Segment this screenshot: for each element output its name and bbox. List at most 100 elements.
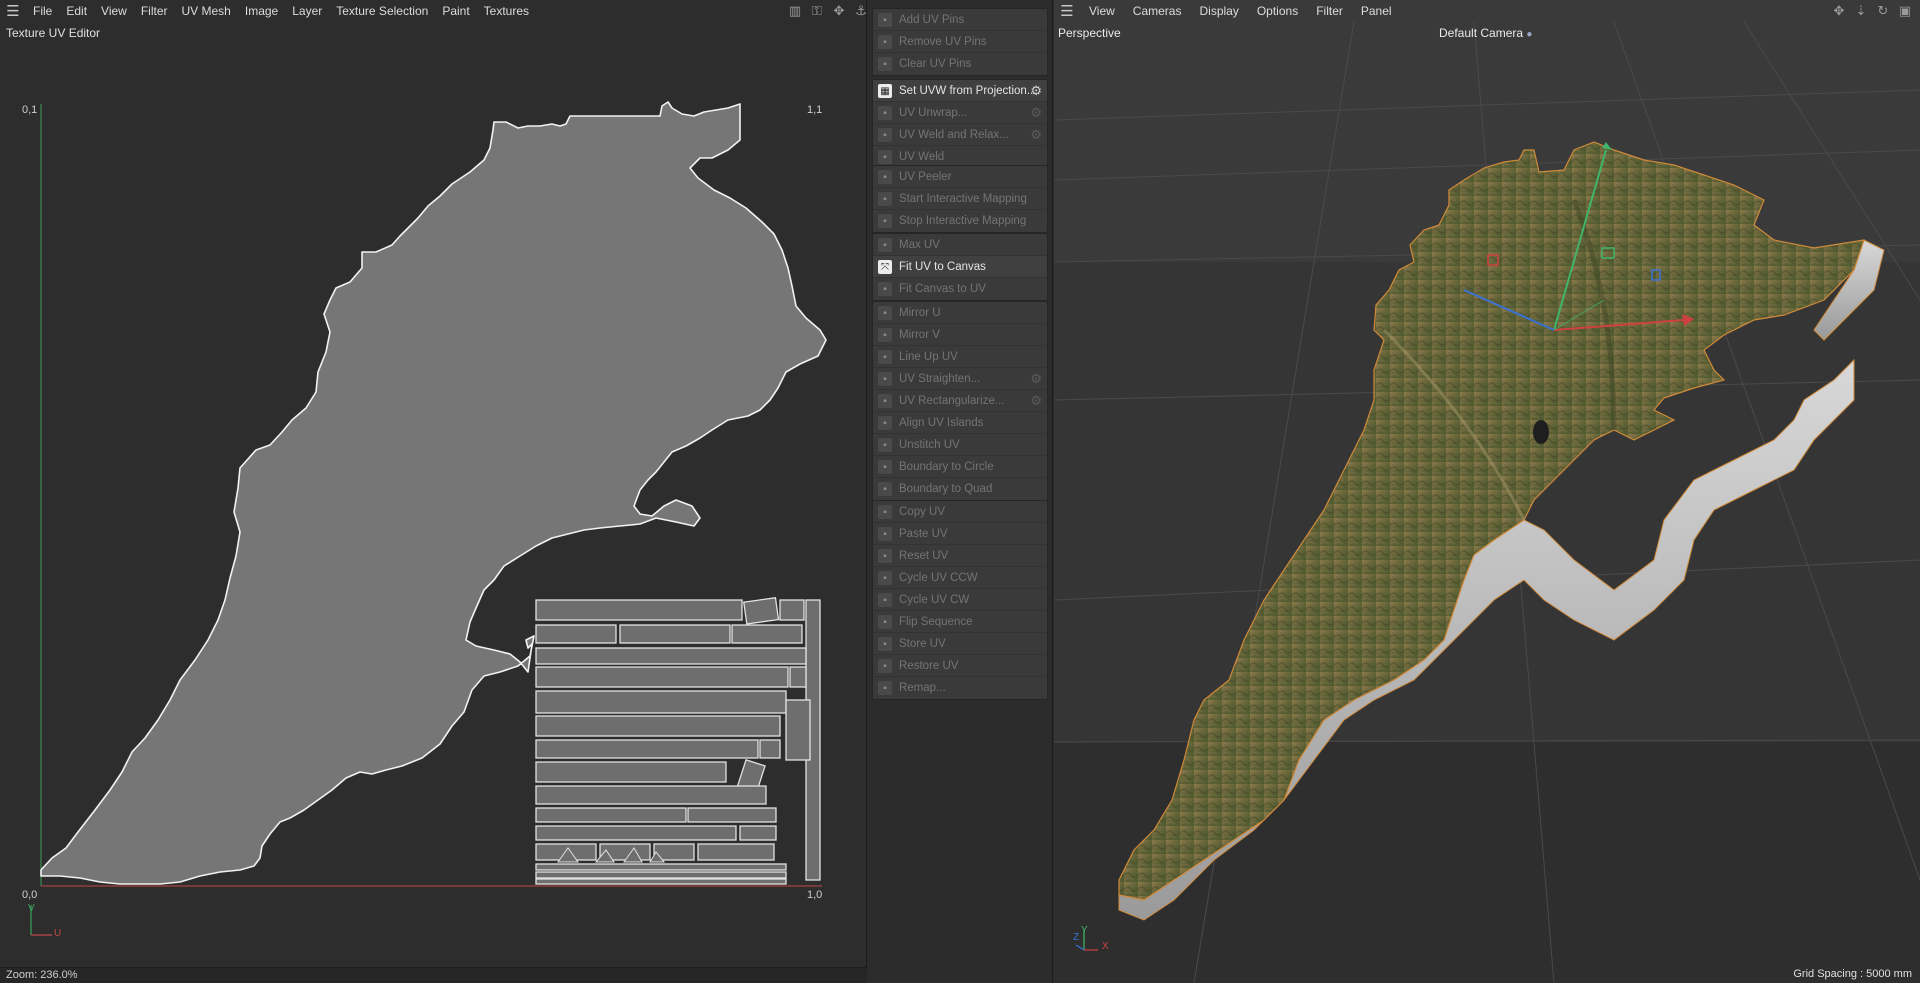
cmd-start-interactive-mapping[interactable]: ▪ Start Interactive Mapping	[873, 188, 1047, 210]
cmd-label: Stop Interactive Mapping	[899, 215, 1027, 227]
cmd-fit-uv-to-canvas[interactable]: ⤧ Fit UV to Canvas	[873, 256, 1047, 278]
orbit-icon[interactable]: ↻	[1874, 2, 1892, 20]
menu-vp-options[interactable]: Options	[1248, 0, 1307, 22]
viewport-panel[interactable]: ☰ View Cameras Display Options Filter Pa…	[1054, 0, 1920, 983]
cmd-label: Cycle UV CW	[899, 593, 970, 606]
cmd-uv-peeler[interactable]: ▪ UV Peeler	[873, 166, 1047, 188]
cmd-uv-unwrap[interactable]: ▪ UV Unwrap... ⚙	[873, 102, 1047, 124]
maximize-icon[interactable]: ▣	[1896, 2, 1914, 20]
cmd-remap[interactable]: ▪ Remap...	[873, 677, 1047, 699]
uv-menubar: ☰ File Edit View Filter UV Mesh Image La…	[0, 0, 536, 22]
cmd-label: Line Up UV	[899, 350, 958, 363]
menu-vp-panel[interactable]: Panel	[1352, 0, 1401, 22]
interactive-start-icon: ▪	[878, 192, 892, 206]
uv-island-strips	[535, 596, 821, 885]
cmd-label: Clear UV Pins	[899, 58, 972, 70]
fit-canvas-icon: ▪	[878, 282, 892, 296]
cmd-remove-uv-pins[interactable]: ▪ Remove UV Pins	[873, 31, 1047, 53]
cmd-stop-interactive-mapping[interactable]: ▪ Stop Interactive Mapping	[873, 210, 1047, 232]
histogram-icon[interactable]: ▥	[786, 2, 804, 20]
mirror-v-icon: ▪	[878, 328, 892, 342]
rectangularize-icon: ▪	[878, 394, 892, 408]
menu-file[interactable]: File	[26, 0, 59, 22]
cmd-clear-uv-pins[interactable]: ▪ Clear UV Pins	[873, 53, 1047, 75]
menu-image[interactable]: Image	[238, 0, 285, 22]
menu-layer[interactable]: Layer	[285, 0, 329, 22]
cmd-cycle-uv-ccw[interactable]: ▪ Cycle UV CCW	[873, 567, 1047, 589]
cmd-mirror-v[interactable]: ▪ Mirror V	[873, 324, 1047, 346]
cmd-fit-canvas-to-uv[interactable]: ▪ Fit Canvas to UV	[873, 278, 1047, 300]
cmd-line-up-uv[interactable]: ▪ Line Up UV	[873, 346, 1047, 368]
cmd-reset-uv[interactable]: ▪ Reset UV	[873, 545, 1047, 567]
cmd-label: Flip Sequence	[899, 615, 973, 628]
menu-paint[interactable]: Paint	[435, 0, 476, 22]
fit-uv-icon: ⤧	[878, 260, 892, 274]
panel-title: Texture UV Editor	[6, 26, 101, 40]
line-up-icon: ▪	[878, 350, 892, 364]
cmd-uv-straighten[interactable]: ▪ UV Straighten... ⚙	[873, 368, 1047, 390]
gear-icon[interactable]: ⚙	[1030, 105, 1042, 121]
cmd-cycle-uv-cw[interactable]: ▪ Cycle UV CW	[873, 589, 1047, 611]
align-islands-icon: ▪	[878, 416, 892, 430]
viewport-menubar: ☰ View Cameras Display Options Filter Pa…	[1054, 0, 1401, 22]
dolly-icon[interactable]: ⇣	[1852, 2, 1870, 20]
flip-sequence-icon: ▪	[878, 615, 892, 629]
gear-icon[interactable]: ⚙	[1030, 127, 1042, 143]
status-bar: Zoom: 236.0%	[0, 967, 867, 983]
cmd-store-uv[interactable]: ▪ Store UV	[873, 633, 1047, 655]
cmd-unstitch-uv[interactable]: ▪ Unstitch UV	[873, 434, 1047, 456]
camera-selector[interactable]: Default Camera ●	[1439, 26, 1532, 40]
menu-view[interactable]: View	[94, 0, 134, 22]
cmd-copy-uv[interactable]: ▪ Copy UV	[873, 501, 1047, 523]
gear-icon[interactable]: ⚙	[1030, 393, 1042, 409]
viewport-hamburger-icon[interactable]: ☰	[1054, 0, 1080, 22]
cmd-uv-weld-and-relax[interactable]: ▪ UV Weld and Relax... ⚙	[873, 124, 1047, 146]
cmd-restore-uv[interactable]: ▪ Restore UV	[873, 655, 1047, 677]
viewport-title: Perspective	[1058, 26, 1121, 40]
menu-textures[interactable]: Textures	[477, 0, 536, 22]
mirror-u-icon: ▪	[878, 306, 892, 320]
cmd-add-uv-pins[interactable]: ▪ Add UV Pins	[873, 9, 1047, 31]
cmd-label: Cycle UV CCW	[899, 571, 978, 584]
hamburger-menu-icon[interactable]: ☰	[0, 0, 26, 22]
gear-icon[interactable]: ⚙	[1030, 371, 1042, 387]
cmd-label: Remap...	[899, 682, 946, 694]
cmd-label: Remove UV Pins	[899, 35, 987, 48]
weld-relax-icon: ▪	[878, 128, 892, 142]
axis-label-y: Y	[1081, 925, 1088, 936]
cmd-set-uvw-from-projection[interactable]: ▦ Set UVW from Projection... ⚙	[873, 80, 1047, 102]
cmd-label: UV Rectangularize...	[899, 394, 1005, 407]
cmd-paste-uv[interactable]: ▪ Paste UV	[873, 523, 1047, 545]
uv-canvas[interactable]	[0, 40, 867, 960]
cmd-flip-sequence[interactable]: ▪ Flip Sequence	[873, 611, 1047, 633]
cmd-label: Start Interactive Mapping	[899, 192, 1027, 205]
menu-edit[interactable]: Edit	[59, 0, 94, 22]
lock-icon[interactable]: ⚿	[808, 2, 826, 20]
menu-vp-cameras[interactable]: Cameras	[1124, 0, 1191, 22]
menu-uv-mesh[interactable]: UV Mesh	[175, 0, 238, 22]
cmd-uv-rectangularize[interactable]: ▪ UV Rectangularize... ⚙	[873, 390, 1047, 412]
peeler-icon: ▪	[878, 170, 892, 184]
camera-name: Default Camera	[1439, 26, 1524, 40]
cmd-boundary-to-circle[interactable]: ▪ Boundary to Circle	[873, 456, 1047, 478]
menu-vp-display[interactable]: Display	[1190, 0, 1247, 22]
cmd-align-uv-islands[interactable]: ▪ Align UV Islands	[873, 412, 1047, 434]
cmd-mirror-u[interactable]: ▪ Mirror U	[873, 302, 1047, 324]
menu-vp-filter[interactable]: Filter	[1307, 0, 1352, 22]
menu-filter[interactable]: Filter	[134, 0, 175, 22]
viewport-scene[interactable]	[1054, 22, 1920, 983]
pan-icon[interactable]: ✥	[1830, 2, 1848, 20]
unwrap-icon: ▪	[878, 106, 892, 120]
menu-vp-view[interactable]: View	[1080, 0, 1124, 22]
grid-spacing-readout: Grid Spacing : 5000 mm	[1793, 968, 1912, 980]
menu-texture-selection[interactable]: Texture Selection	[329, 0, 435, 22]
u-axis-label: U	[54, 928, 62, 939]
label-0-1: 0,1	[22, 104, 38, 116]
cmd-label: Store UV	[899, 637, 946, 650]
terrain-lake	[1533, 420, 1549, 444]
cmd-label: Reset UV	[899, 549, 949, 562]
move-icon[interactable]: ✥	[830, 2, 848, 20]
cmd-boundary-to-quad[interactable]: ▪ Boundary to Quad	[873, 478, 1047, 500]
gear-icon[interactable]: ⚙	[1030, 83, 1042, 99]
cmd-max-uv[interactable]: ▪ Max UV	[873, 234, 1047, 256]
